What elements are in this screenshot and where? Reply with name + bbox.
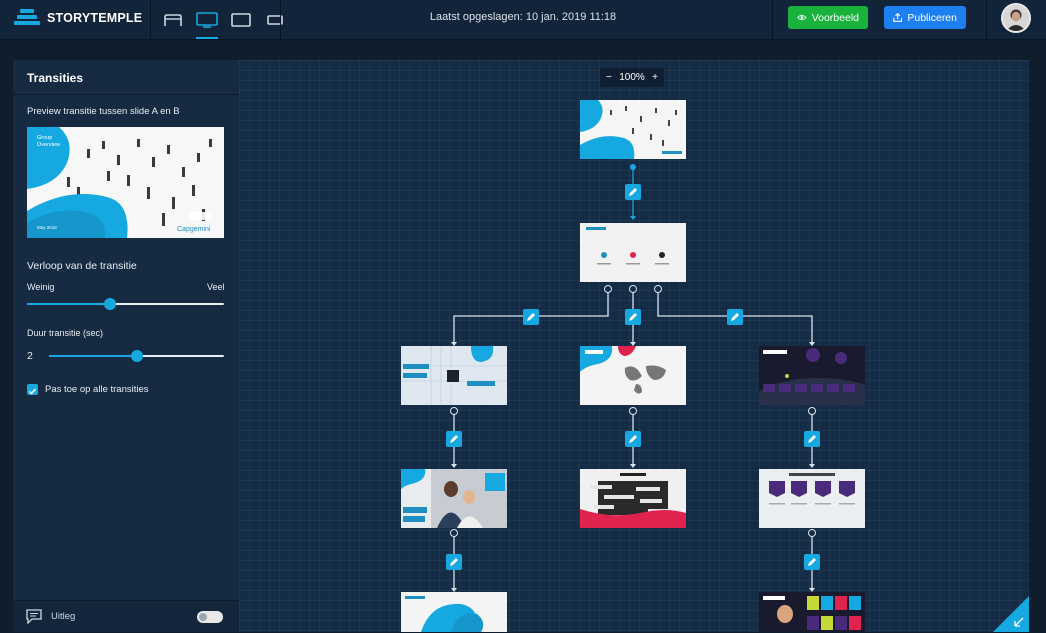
edit-transition-button[interactable] bbox=[625, 184, 641, 200]
overview-slide-icon bbox=[580, 223, 686, 282]
closing-slide-icon bbox=[401, 592, 507, 632]
edit-transition-button[interactable] bbox=[523, 309, 539, 325]
pencil-icon bbox=[629, 188, 637, 196]
desktop-icon bbox=[196, 12, 218, 28]
divider bbox=[280, 0, 281, 40]
eye-icon bbox=[797, 14, 807, 21]
explanation-label: Uitleg bbox=[51, 611, 76, 622]
transitions-panel: Transities Preview transitie tussen slid… bbox=[13, 60, 239, 632]
slide-thumbnail[interactable] bbox=[580, 346, 686, 405]
flow-slider-fill bbox=[27, 303, 110, 305]
dark-panel-slide-icon bbox=[580, 469, 686, 528]
world-map-slide-icon bbox=[580, 346, 686, 405]
panel-title: Transities bbox=[13, 60, 239, 95]
edit-transition-button[interactable] bbox=[625, 309, 641, 325]
flow-slider-handle[interactable] bbox=[103, 298, 116, 310]
preview-label: Preview transitie tussen slide A en B bbox=[27, 106, 180, 117]
device-switcher bbox=[160, 0, 288, 40]
connector-node[interactable] bbox=[629, 285, 637, 293]
chat-icon bbox=[26, 609, 42, 624]
edit-transition-button[interactable] bbox=[727, 309, 743, 325]
apply-all-label: Pas toe op alle transities bbox=[45, 384, 149, 395]
flow-min-label: Weinig bbox=[27, 282, 55, 292]
connector-node[interactable] bbox=[654, 285, 662, 293]
divider bbox=[150, 0, 151, 40]
upload-icon bbox=[893, 12, 903, 22]
storytemple-logo-icon bbox=[14, 9, 40, 27]
slide-thumbnail[interactable] bbox=[401, 469, 507, 528]
duration-slider[interactable] bbox=[49, 350, 224, 362]
duration-value: 2 bbox=[27, 350, 33, 362]
slide-thumbnail[interactable] bbox=[759, 469, 865, 528]
slide-flow-canvas[interactable]: − 100% + bbox=[239, 60, 1029, 632]
pencil-icon bbox=[731, 313, 739, 321]
publish-button[interactable]: Publiceren bbox=[884, 6, 966, 29]
slide-thumbnail[interactable] bbox=[759, 592, 865, 632]
people-grid-slide-icon bbox=[759, 592, 865, 632]
duration-slider-fill bbox=[49, 355, 137, 357]
brand-name: STORYTEMPLE bbox=[47, 11, 143, 25]
publish-button-label: Publiceren bbox=[907, 11, 957, 24]
slide-thumbnail[interactable] bbox=[401, 346, 507, 405]
device-tablet-button[interactable] bbox=[160, 0, 186, 40]
pencil-icon bbox=[450, 435, 458, 443]
slide-thumbnail[interactable] bbox=[759, 346, 865, 405]
pencil-icon bbox=[808, 435, 816, 443]
pencil-icon bbox=[450, 558, 458, 566]
edit-transition-button[interactable] bbox=[625, 431, 641, 447]
edit-transition-button[interactable] bbox=[446, 431, 462, 447]
explanation-toggle[interactable] bbox=[197, 611, 223, 623]
device-laptop-button[interactable] bbox=[228, 0, 254, 40]
user-avatar[interactable] bbox=[1001, 3, 1031, 33]
connector-node[interactable] bbox=[450, 529, 458, 537]
device-desktop-button[interactable] bbox=[194, 0, 220, 40]
preview-button-label: Voorbeeld bbox=[811, 11, 859, 24]
panel-footer: Uitleg bbox=[13, 600, 239, 632]
edit-transition-button[interactable] bbox=[804, 554, 820, 570]
pencil-icon bbox=[629, 313, 637, 321]
svg-text:Group: Group bbox=[37, 135, 52, 141]
slide-thumbnail[interactable] bbox=[401, 592, 507, 632]
laptop-icon bbox=[231, 13, 251, 27]
apply-all-checkbox[interactable] bbox=[27, 384, 38, 395]
slide-thumbnail[interactable] bbox=[580, 223, 686, 282]
connector-node[interactable] bbox=[808, 529, 816, 537]
slide-thumbnail[interactable] bbox=[580, 469, 686, 528]
top-bar: STORYTEMPLE Laatst opgeslagen: 10 jan. 2… bbox=[0, 0, 1046, 40]
flow-label: Verloop van de transitie bbox=[27, 260, 137, 272]
connector-node[interactable] bbox=[604, 285, 612, 293]
pencil-icon bbox=[808, 558, 816, 566]
svg-text:Overview: Overview bbox=[37, 142, 60, 148]
canvas-corner-handle[interactable] bbox=[993, 596, 1029, 632]
divider bbox=[772, 0, 773, 40]
preview-button[interactable]: Voorbeeld bbox=[788, 6, 868, 29]
checkmark-icon bbox=[28, 388, 37, 395]
space-slide-icon bbox=[759, 346, 865, 405]
svg-text:May 2018: May 2018 bbox=[37, 225, 57, 230]
tablet-icon bbox=[164, 14, 182, 26]
crowd-photo-icon: Group Overview May 2018 Capgemini bbox=[27, 127, 224, 238]
crowd-slide-icon bbox=[580, 100, 686, 159]
pencil-icon bbox=[629, 435, 637, 443]
team-photo-slide-icon bbox=[401, 469, 507, 528]
tech-slide-icon bbox=[401, 346, 507, 405]
svg-text:Capgemini: Capgemini bbox=[177, 226, 211, 233]
duration-slider-handle[interactable] bbox=[130, 350, 143, 362]
divider bbox=[986, 0, 987, 40]
duration-label: Duur transitie (sec) bbox=[27, 328, 104, 338]
flow-slider[interactable] bbox=[27, 298, 224, 310]
flow-max-label: Veel bbox=[207, 282, 225, 292]
transition-preview: Group Overview May 2018 Capgemini bbox=[27, 127, 224, 238]
user-photo-icon bbox=[1003, 5, 1029, 31]
process-slide-icon bbox=[759, 469, 865, 528]
connector-node[interactable] bbox=[450, 407, 458, 415]
connector-node[interactable] bbox=[629, 407, 637, 415]
connector-node[interactable] bbox=[808, 407, 816, 415]
device-mobile-button[interactable] bbox=[262, 0, 288, 40]
edit-transition-button[interactable] bbox=[446, 554, 462, 570]
logo[interactable]: STORYTEMPLE bbox=[14, 9, 142, 27]
edit-transition-button[interactable] bbox=[804, 431, 820, 447]
pencil-icon bbox=[527, 313, 535, 321]
slide-thumbnail[interactable] bbox=[580, 100, 686, 159]
